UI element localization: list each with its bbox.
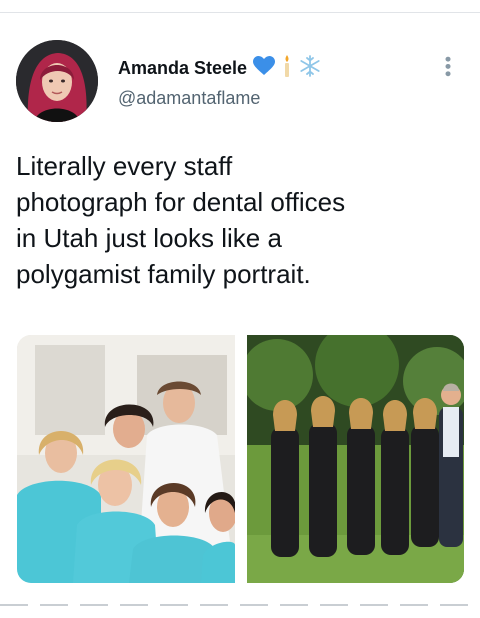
top-divider [0,12,480,13]
snowflake-icon [299,55,321,82]
author-row: Amanda Steele [118,54,321,83]
candle-icon [281,54,293,83]
dental-staff-photo-outdoor[interactable] [246,335,464,583]
tweet-text: Literally every staff photograph for den… [16,151,346,289]
media-grid [17,335,464,583]
display-name[interactable]: Amanda Steele [118,58,247,79]
handle[interactable]: @adamantaflame [118,88,260,109]
blue-heart-icon [253,56,276,81]
dental-staff-photo-indoor[interactable] [17,335,235,583]
avatar-image [16,40,98,122]
bottom-divider [0,604,480,606]
more-dots-icon[interactable]: ••• [437,56,458,78]
avatar[interactable] [16,40,98,122]
